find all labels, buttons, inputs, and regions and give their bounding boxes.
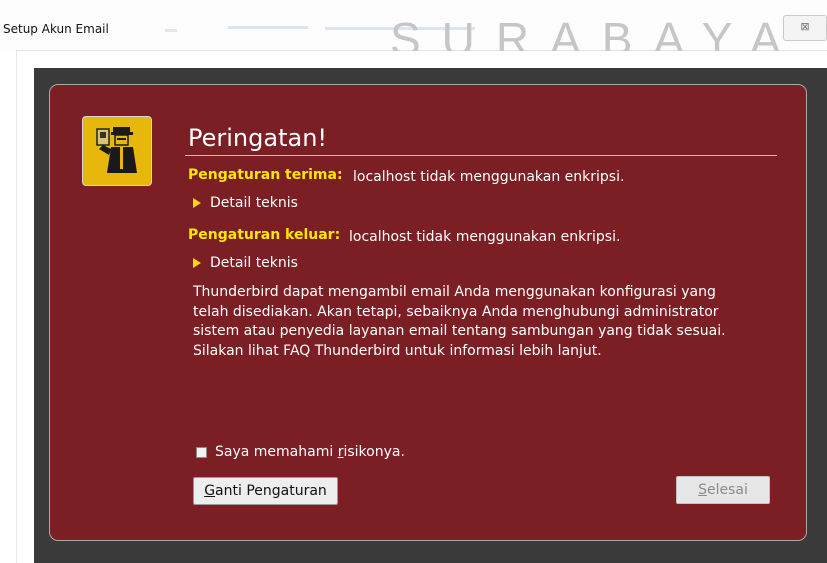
heading-divider bbox=[185, 155, 777, 156]
button-label: anti Pengaturan bbox=[215, 483, 327, 499]
close-icon: ⊠ bbox=[800, 20, 810, 33]
security-officer-icon bbox=[82, 116, 152, 186]
button-accelerator: G bbox=[204, 483, 216, 499]
done-button[interactable]: Selesai bbox=[676, 476, 770, 504]
incoming-technical-details[interactable]: Detail teknis bbox=[193, 195, 298, 211]
blurred-background-text bbox=[165, 29, 177, 32]
label-text: Saya memahami bbox=[215, 444, 338, 460]
explanation-line: Silakan lihat FAQ Thunderbird untuk info… bbox=[193, 342, 602, 359]
button-accelerator: S bbox=[698, 482, 707, 498]
outgoing-settings-label: Pengaturan keluar: bbox=[188, 227, 341, 243]
blurred-background-text bbox=[228, 26, 308, 29]
incoming-settings-label: Pengaturan terima: bbox=[188, 167, 343, 183]
technical-details-label: Detail teknis bbox=[210, 195, 298, 211]
window-close-button[interactable]: ⊠ bbox=[783, 15, 827, 41]
window-title: Setup Akun Email bbox=[3, 22, 109, 36]
outgoing-technical-details[interactable]: Detail teknis bbox=[193, 255, 298, 271]
outgoing-settings-text: localhost tidak menggunakan enkripsi. bbox=[349, 229, 621, 245]
incoming-settings-text: localhost tidak menggunakan enkripsi. bbox=[353, 169, 625, 185]
expand-triangle-icon bbox=[193, 258, 201, 268]
title-bar: Setup Akun Email SURABAYA ⊠ bbox=[0, 0, 827, 65]
explanation-line: sistem atau penyedia layanan email tenta… bbox=[193, 323, 726, 340]
warning-explanation: Thunderbird dapat mengambil email Anda m… bbox=[193, 283, 763, 361]
label-text: isikonya. bbox=[343, 444, 405, 460]
change-settings-button[interactable]: Ganti Pengaturan bbox=[193, 477, 338, 505]
explanation-line: telah disediakan. Akan tetapi, sebaiknya… bbox=[193, 303, 719, 320]
button-label: elesai bbox=[707, 482, 748, 498]
explanation-line: Thunderbird dapat mengambil email Anda m… bbox=[193, 284, 716, 300]
window-left-edge bbox=[0, 50, 16, 563]
understand-risk-label[interactable]: Saya memahami risikonya. bbox=[215, 444, 405, 460]
technical-details-label: Detail teknis bbox=[210, 255, 298, 271]
expand-triangle-icon bbox=[193, 198, 201, 208]
understand-risk-checkbox[interactable] bbox=[196, 447, 207, 458]
security-officer-icon-graphic bbox=[96, 127, 137, 173]
dialog-heading: Peringatan! bbox=[188, 124, 328, 152]
